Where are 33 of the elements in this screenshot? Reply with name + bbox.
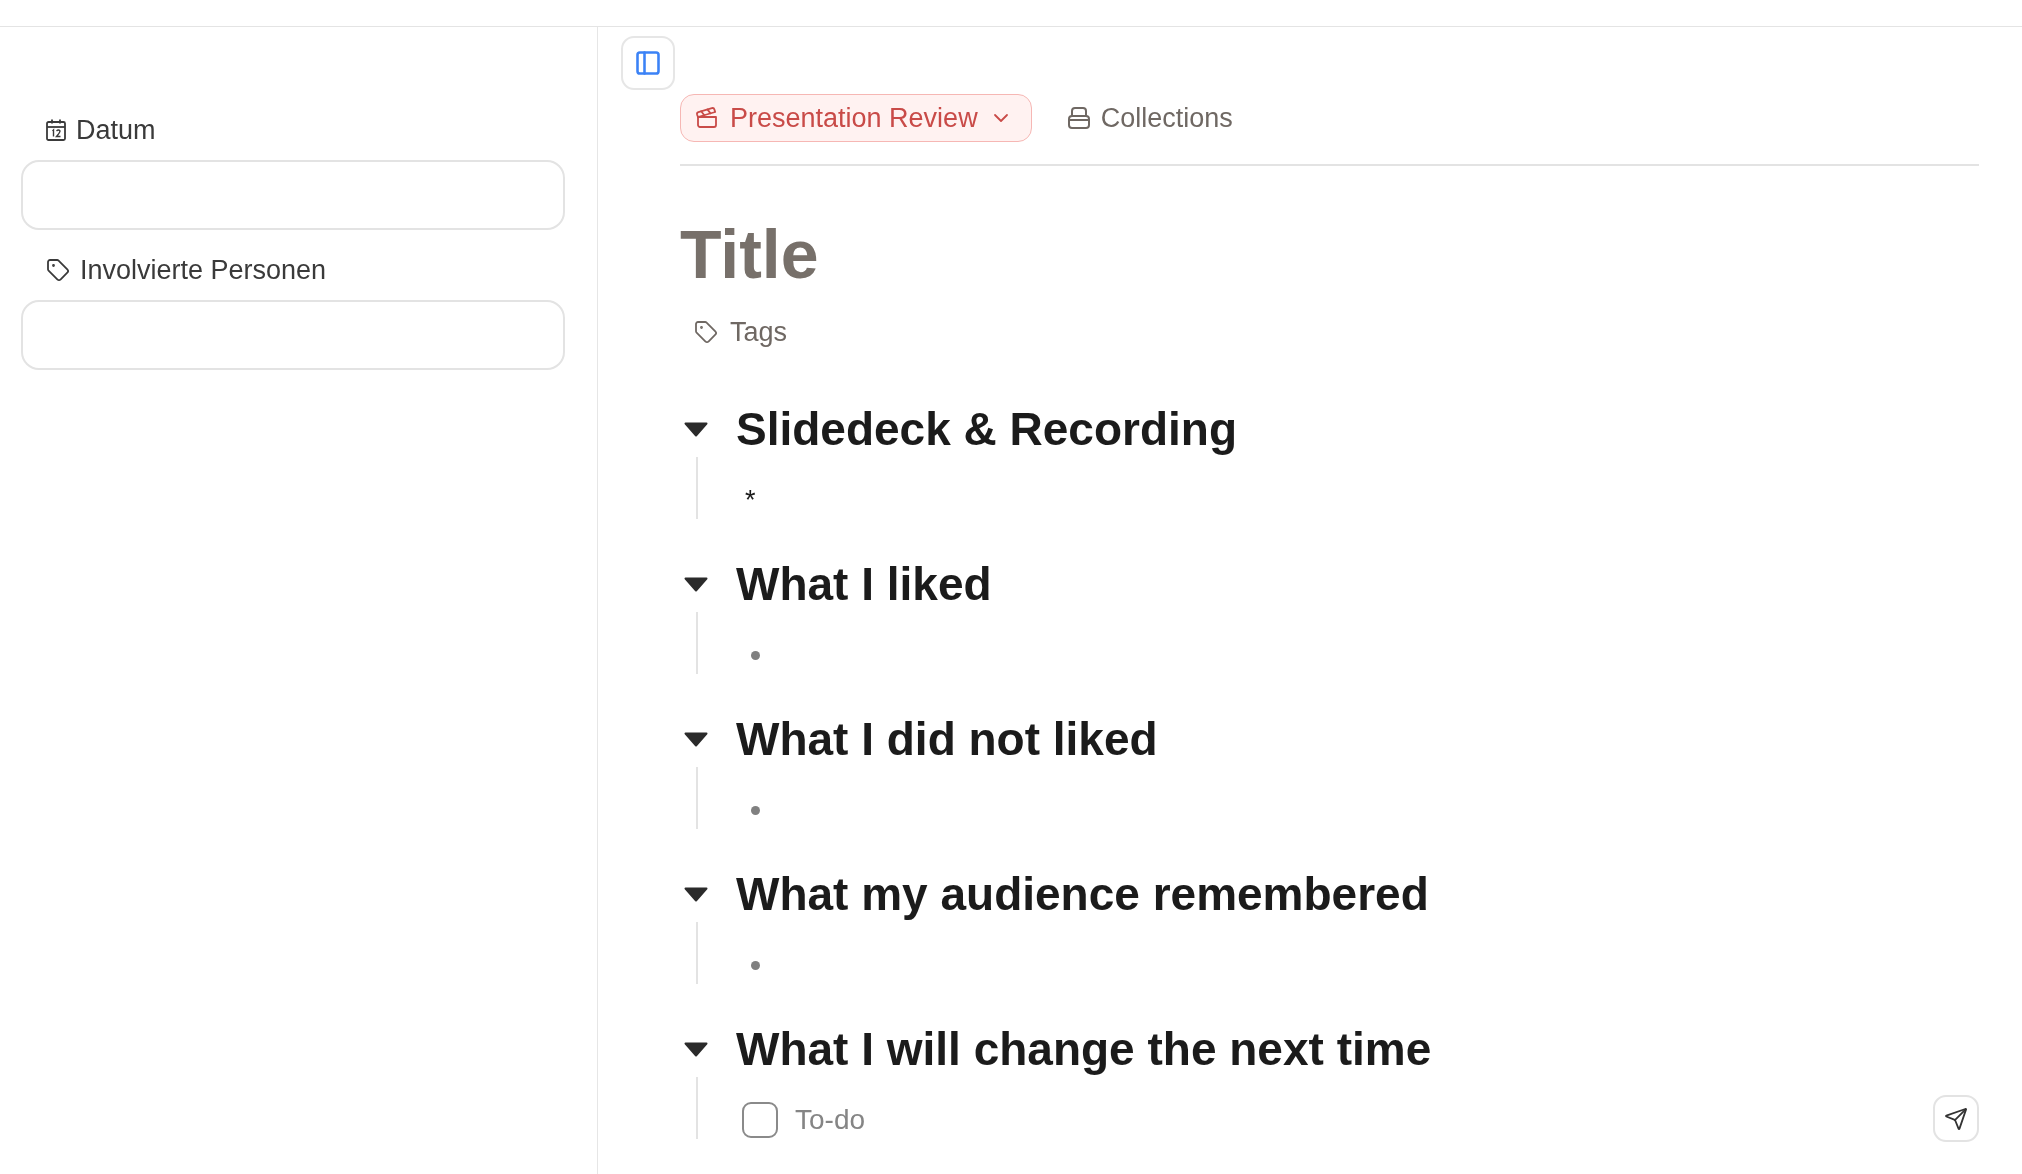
todo-field[interactable]: To-do bbox=[795, 1103, 1015, 1137]
caret-icon[interactable] bbox=[684, 886, 708, 902]
todo-checkbox[interactable] bbox=[742, 1102, 778, 1138]
tags-button[interactable]: Tags bbox=[694, 315, 788, 349]
section-heading: What I will change the next time bbox=[736, 1022, 1432, 1077]
collections-button[interactable]: Collections bbox=[1067, 102, 1233, 134]
tag-icon bbox=[694, 320, 718, 344]
property-label: Datum bbox=[76, 114, 156, 146]
sidebar-toggle-button[interactable] bbox=[621, 36, 675, 90]
bullet-icon bbox=[751, 650, 760, 660]
caret-icon[interactable] bbox=[684, 576, 708, 592]
send-icon bbox=[1944, 1106, 1968, 1131]
send-button[interactable] bbox=[1933, 1095, 1979, 1142]
section-heading: What my audience remembered bbox=[736, 867, 1429, 922]
tag-icon bbox=[46, 258, 70, 282]
template-button[interactable]: Presentation Review bbox=[680, 94, 1032, 142]
property-label: Involvierte Personen bbox=[80, 254, 327, 286]
clapperboard-icon bbox=[695, 106, 719, 130]
section-heading: What I did not liked bbox=[736, 712, 1158, 767]
calendar-icon bbox=[46, 119, 66, 141]
panel-left-icon bbox=[634, 49, 662, 77]
body-text: * bbox=[744, 484, 756, 517]
bullet-icon bbox=[751, 960, 760, 970]
section-heading: Slidedeck & Recording bbox=[736, 402, 1237, 457]
stack-icon bbox=[1067, 107, 1090, 129]
caret-icon[interactable] bbox=[684, 731, 708, 747]
caret-icon[interactable] bbox=[684, 1041, 708, 1057]
bullet-icon bbox=[751, 805, 760, 815]
property-field[interactable] bbox=[21, 300, 565, 370]
page-title: Title bbox=[680, 215, 819, 294]
caret-icon[interactable] bbox=[684, 421, 708, 437]
property-field[interactable] bbox=[21, 160, 565, 230]
section-heading: What I liked bbox=[736, 557, 992, 612]
